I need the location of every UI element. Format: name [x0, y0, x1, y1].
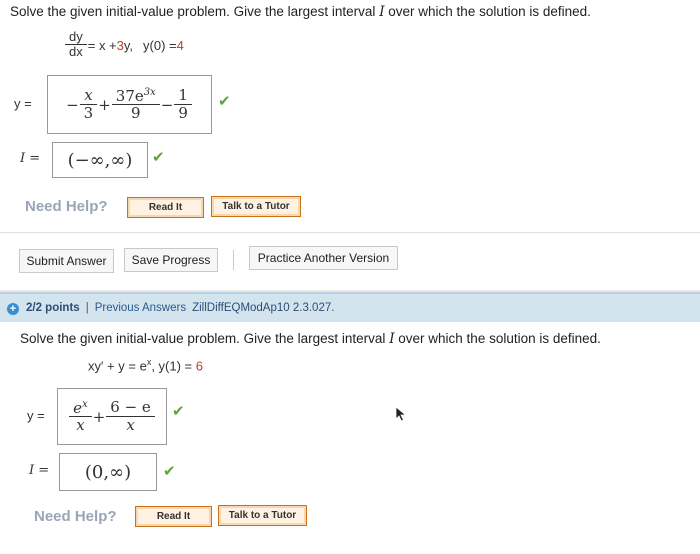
checkmark-icon: ✔: [152, 149, 165, 166]
solution-operator-minus: −: [160, 95, 174, 114]
instruction-text: Solve the given initial-value problem. G…: [20, 331, 390, 346]
interval-answer-box[interactable]: (−∞,∞): [52, 142, 148, 178]
checkmark-icon: ✔: [163, 463, 176, 480]
interval-label-text: I =: [29, 463, 50, 478]
equation-rhs: = x +: [87, 37, 117, 53]
interval-answer: (0,∞): [84, 461, 132, 483]
instruction-text-end: over which the solution is defined.: [384, 4, 591, 19]
solution-answer-box[interactable]: ex x + 6 − e x: [57, 388, 167, 445]
solution-operator-plus: +: [98, 95, 111, 114]
read-it-button[interactable]: Read It: [135, 506, 212, 527]
problem-1-instruction: Solve the given initial-value problem. G…: [10, 4, 591, 20]
y-label: y =: [14, 96, 32, 111]
divider: [0, 232, 700, 233]
solution-term-3: 1 9: [174, 86, 192, 122]
y-label: y =: [27, 408, 45, 423]
solution-term-1: ex x: [69, 398, 92, 435]
solution-term-2: 37e3x 9: [111, 86, 160, 123]
derivative-numerator: dy: [69, 29, 83, 44]
initial-condition-value: 4: [176, 37, 184, 53]
header-separator: |: [85, 302, 89, 314]
checkmark-icon: ✔: [218, 93, 231, 110]
talk-to-tutor-button[interactable]: Talk to a Tutor: [211, 196, 301, 217]
equation-lhs: xy′ + y = e: [88, 358, 147, 374]
problem-2-header-text: 2/2 points | Previous Answers ZillDiffEQ…: [26, 302, 334, 314]
practice-another-version-button[interactable]: Practice Another Version: [249, 246, 398, 270]
equation-coefficient: 3: [116, 37, 124, 53]
solution-sign: −: [66, 95, 79, 114]
term-2-numerator: 6 − e: [110, 398, 151, 417]
button-separator: [233, 250, 234, 270]
term-3-numerator: 1: [178, 86, 188, 105]
derivative-fraction: dy dx: [65, 29, 87, 60]
term-3-denominator: 9: [174, 103, 192, 122]
term-1-denominator: 3: [79, 103, 98, 122]
save-progress-button[interactable]: Save Progress: [124, 248, 218, 272]
instruction-text: Solve the given initial-value problem. G…: [10, 4, 380, 19]
term-2-denominator: x: [106, 415, 155, 434]
interval-answer: (−∞,∞): [67, 149, 133, 171]
initial-condition-value: 6: [195, 358, 203, 374]
read-it-button[interactable]: Read It: [127, 197, 204, 218]
solution-term-2: 6 − e x: [106, 398, 155, 434]
problem-1-panel: Solve the given initial-value problem. G…: [0, 0, 700, 290]
problem-2-equation: xy′ + y = ex, y(1) = 6: [88, 357, 203, 373]
term-1-numerator: x: [84, 86, 93, 105]
problem-1-equation: dy dx = x + 3 y, y(0) = 4: [64, 29, 184, 60]
interval-label-text: I =: [20, 151, 41, 166]
solution-operator-plus: +: [92, 407, 106, 426]
checkmark-icon: ✔: [172, 403, 185, 420]
points-label: 2/2 points: [26, 302, 80, 314]
problem-2-header: + 2/2 points | Previous Answers ZillDiff…: [0, 292, 700, 324]
term-2-exponent: 3x: [143, 86, 156, 98]
term-1-denominator: x: [69, 416, 92, 434]
problem-2-panel: Solve the given initial-value problem. G…: [0, 322, 700, 554]
submit-answer-button[interactable]: Submit Answer: [19, 249, 114, 273]
initial-condition-label: y(0) =: [143, 37, 177, 53]
talk-to-tutor-button[interactable]: Talk to a Tutor: [218, 505, 307, 526]
interval-label: I =: [29, 462, 49, 478]
initial-condition-label: , y(1) =: [151, 358, 196, 374]
equation-rhs-end: y,: [123, 37, 134, 53]
instruction-text-end: over which the solution is defined.: [394, 331, 601, 346]
mouse-cursor-icon: [395, 406, 407, 422]
solution-term-1: x 3: [79, 86, 98, 122]
problem-id: ZillDiffEQModAp10 2.3.027.: [192, 302, 335, 314]
problem-2-instruction: Solve the given initial-value problem. G…: [20, 331, 601, 347]
expand-plus-icon[interactable]: +: [7, 303, 19, 315]
term-2-denominator: 9: [111, 104, 160, 122]
derivative-denominator: dx: [65, 44, 87, 60]
term-1-exponent: x: [82, 398, 88, 410]
term-2-numerator: 37e: [115, 86, 144, 105]
need-help-label: Need Help?: [34, 508, 117, 525]
interval-answer-box[interactable]: (0,∞): [59, 453, 157, 491]
interval-label: I =: [20, 150, 40, 166]
solution-answer-box[interactable]: − x 3 + 37e3x 9 − 1 9: [47, 75, 212, 134]
need-help-label: Need Help?: [25, 198, 108, 215]
term-1-numerator: e: [73, 398, 83, 417]
previous-answers-link[interactable]: Previous Answers: [95, 302, 186, 314]
